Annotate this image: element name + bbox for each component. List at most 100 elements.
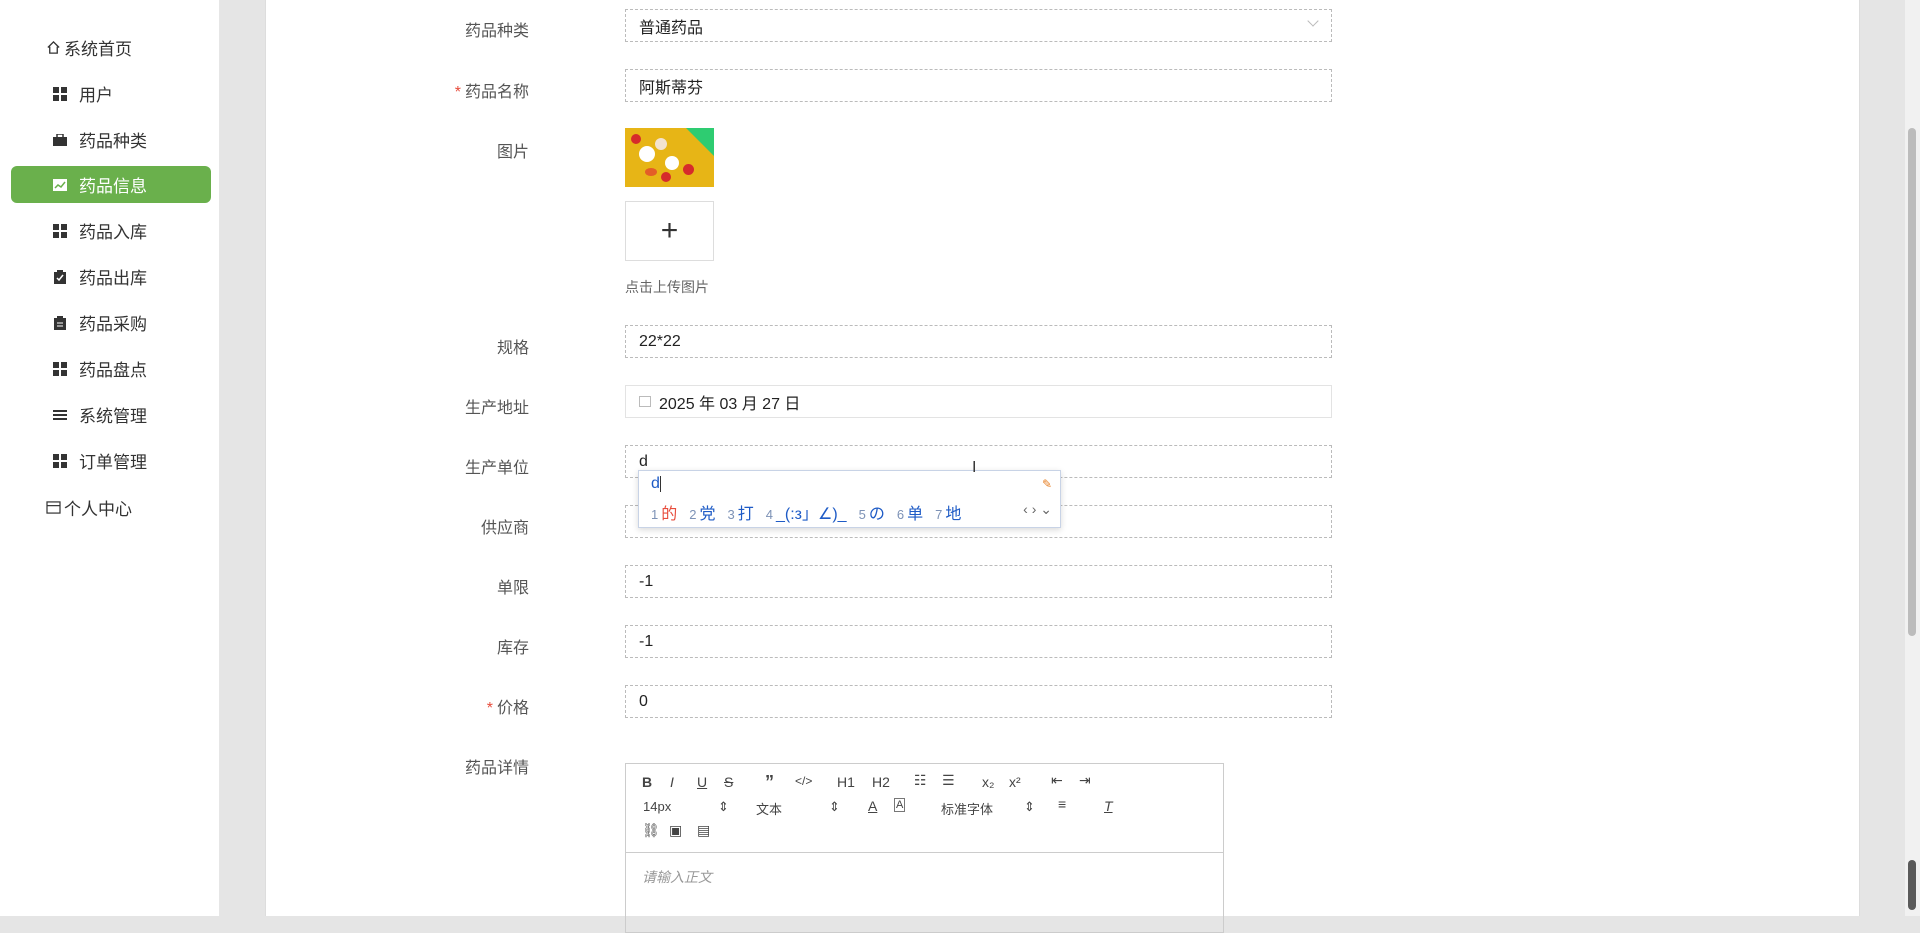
- stock-value: -1: [639, 632, 654, 650]
- menu-item-drug-purchase[interactable]: 药品采购: [11, 304, 211, 341]
- menu-label: 订单管理: [79, 453, 147, 472]
- ime-candidate[interactable]: 3打: [728, 500, 754, 524]
- candidate-number: 6: [896, 507, 905, 522]
- candidate-text: _(:з」∠)_: [775, 506, 847, 523]
- menu-item-drug-inventory[interactable]: 药品盘点: [11, 350, 211, 387]
- menu-item-users[interactable]: 用户: [11, 75, 211, 112]
- h1-button[interactable]: H1: [837, 774, 855, 790]
- unit-label: 生产单位: [464, 460, 529, 477]
- page-scrollbar[interactable]: [1905, 0, 1920, 916]
- candidate-number: 5: [858, 507, 866, 522]
- drug-image-thumbnail[interactable]: [625, 128, 714, 187]
- candidate-text: 党: [699, 506, 716, 523]
- code-icon[interactable]: </>: [795, 774, 812, 788]
- home-icon: [44, 39, 62, 57]
- price-input[interactable]: 0: [625, 685, 1332, 718]
- strike-button[interactable]: S: [724, 774, 733, 790]
- limit-label: 单限: [496, 580, 529, 597]
- outdent-icon[interactable]: ⇤: [1051, 772, 1063, 789]
- clear-format-icon[interactable]: T: [1104, 798, 1113, 814]
- menu-label: 系统首页: [64, 40, 132, 59]
- font-color-icon[interactable]: A: [868, 798, 877, 814]
- name-label: * 药品名称: [455, 78, 529, 102]
- menu-label: 药品采购: [79, 315, 147, 334]
- candidate-text: 打: [737, 506, 754, 523]
- ime-candidate[interactable]: 2党: [689, 500, 715, 524]
- required-mark: *: [454, 84, 461, 101]
- menu-label: 药品入库: [79, 223, 147, 242]
- superscript-button[interactable]: x²: [1009, 774, 1021, 790]
- category-value: 普通药品: [639, 19, 704, 37]
- candidate-number: 1: [651, 507, 659, 522]
- pill-shape: [631, 134, 641, 144]
- editor-placeholder[interactable]: 请输入正文: [642, 867, 712, 887]
- ime-candidate[interactable]: 1的: [651, 500, 677, 524]
- ime-candidate[interactable]: 5の: [859, 500, 885, 524]
- indent-icon[interactable]: ⇥: [1079, 772, 1091, 789]
- subscript-button[interactable]: x₂: [982, 774, 994, 790]
- ime-skin-icon[interactable]: ✎: [1042, 477, 1052, 491]
- address-date-input[interactable]: 2025 年 03 月 27 日: [625, 385, 1332, 418]
- category-select[interactable]: 普通药品: [625, 9, 1332, 42]
- text-type-select[interactable]: 文本: [756, 799, 782, 818]
- menu-item-drug-outbound[interactable]: 药品出库: [11, 258, 211, 295]
- candidate-number: 4: [765, 507, 773, 522]
- image-icon[interactable]: ▣: [669, 822, 682, 839]
- ime-nav-icons[interactable]: ‹ › ⌄: [1023, 501, 1052, 518]
- menu-item-home[interactable]: 系统首页: [11, 29, 211, 66]
- address-value: 2025 年 03 月 27 日: [659, 395, 801, 413]
- align-icon[interactable]: ≡: [1058, 796, 1066, 812]
- background-color-icon[interactable]: A: [894, 798, 906, 812]
- name-value: 阿斯蒂芬: [639, 79, 704, 97]
- underline-button[interactable]: U: [697, 774, 707, 790]
- h2-button[interactable]: H2: [872, 774, 890, 790]
- video-icon[interactable]: ▤: [697, 822, 710, 839]
- link-icon[interactable]: ⛓: [642, 822, 660, 839]
- name-label-text: 药品名称: [464, 84, 529, 101]
- scrollbar-thumb-secondary[interactable]: [1908, 860, 1916, 910]
- sidebar: 系统首页 用户 药品种类 药品信息 药品入库 药品出库 药品采购 药品盘点 系统…: [0, 0, 220, 916]
- bold-button[interactable]: B: [642, 774, 652, 790]
- menu-label: 系统管理: [79, 407, 147, 426]
- upload-button[interactable]: +: [625, 201, 714, 261]
- card-icon: [44, 499, 62, 517]
- menu-item-order-manage[interactable]: 订单管理: [11, 442, 211, 479]
- grid-icon: [51, 222, 69, 240]
- name-input[interactable]: 阿斯蒂芬: [625, 69, 1332, 102]
- category-label: 药品种类: [464, 23, 529, 40]
- clipboard-check-icon: [51, 268, 69, 286]
- menu-item-personal-center[interactable]: 个人中心: [11, 489, 211, 526]
- ordered-list-icon[interactable]: ☷: [914, 772, 927, 789]
- menu-item-drug-inbound[interactable]: 药品入库: [11, 212, 211, 249]
- required-mark: *: [486, 700, 493, 717]
- menu-item-drug-category[interactable]: 药品种类: [11, 121, 211, 158]
- candidate-text: 的: [661, 506, 678, 523]
- bullet-list-icon[interactable]: ☰: [942, 772, 955, 789]
- stock-input[interactable]: -1: [625, 625, 1332, 658]
- font-family-select[interactable]: 标准字体: [941, 799, 993, 818]
- spec-value: 22*22: [639, 332, 681, 350]
- menu-item-system-manage[interactable]: 系统管理: [11, 396, 211, 433]
- spec-input[interactable]: 22*22: [625, 325, 1332, 358]
- limit-input[interactable]: -1: [625, 565, 1332, 598]
- font-size-select[interactable]: 14px: [643, 799, 671, 814]
- menu-item-drug-info[interactable]: 药品信息: [11, 166, 211, 203]
- ime-candidate[interactable]: 4 _(:з」∠)_: [766, 500, 847, 524]
- ime-candidate[interactable]: 7地: [935, 500, 961, 524]
- ime-candidate[interactable]: 6单: [897, 500, 923, 524]
- candidate-number: 7: [935, 507, 943, 522]
- ime-candidates: 1的 2党 3打 4 _(:з」∠)_ 5の 6单 7地: [651, 500, 961, 524]
- menu-label: 药品盘点: [79, 361, 147, 380]
- limit-value: -1: [639, 572, 654, 590]
- ime-composition: d: [651, 475, 661, 493]
- pill-shape: [645, 168, 657, 176]
- calendar-icon: [639, 396, 651, 407]
- chevron-down-icon: [1307, 15, 1319, 27]
- italic-button[interactable]: I: [670, 774, 674, 790]
- text-cursor-icon: I: [972, 459, 977, 476]
- chevron-updown-icon: ⇕: [718, 799, 729, 814]
- scrollbar-thumb[interactable]: [1908, 128, 1916, 636]
- menu-label: 药品出库: [79, 269, 147, 288]
- form-card: 药品种类 普通药品 * 药品名称 阿斯蒂芬 图片 + 点击上传图片 规格 22*2…: [265, 0, 1860, 933]
- blockquote-icon[interactable]: ”: [765, 772, 774, 793]
